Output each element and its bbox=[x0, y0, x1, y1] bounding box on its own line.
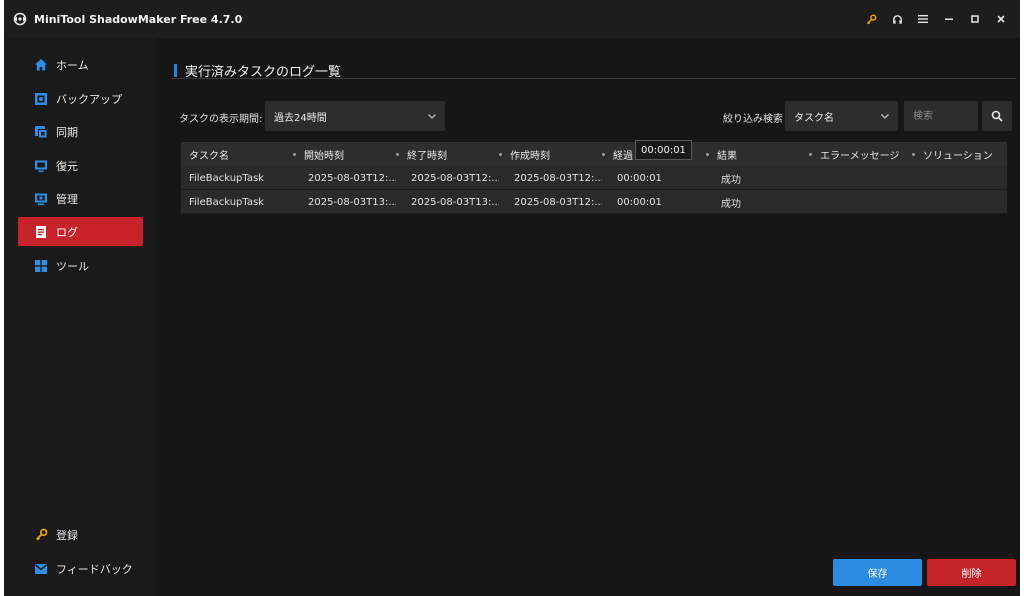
sidebar-item-register[interactable]: 登録 bbox=[18, 520, 143, 549]
chevron-down-icon bbox=[428, 114, 436, 119]
app-logo-icon bbox=[13, 12, 27, 26]
cell-result: 成功 bbox=[721, 174, 741, 186]
restore-icon bbox=[34, 159, 48, 173]
sidebar-item-restore[interactable]: 復元 bbox=[18, 151, 143, 180]
backup-icon bbox=[34, 92, 48, 106]
log-icon bbox=[34, 225, 48, 239]
cell-task-name: FileBackupTask bbox=[189, 172, 264, 184]
cell-start-time: 2025-08-03T13:... bbox=[308, 196, 396, 208]
page-header: 実行済みタスクのログ一覧 bbox=[174, 62, 342, 80]
table-header: タスク名 開始時刻 終了時刻 作成時刻 経過 結果 エラーメッセージ ソリューシ… bbox=[181, 142, 1007, 166]
sidebar-item-home[interactable]: ホーム bbox=[18, 50, 143, 79]
cell-start-time: 2025-08-03T12:... bbox=[308, 172, 396, 184]
cell-solution bbox=[927, 166, 1005, 190]
app-window: MiniTool ShadowMaker Free 4.7.0 ホーム バックア… bbox=[4, 0, 1020, 596]
sidebar-item-label: ログ bbox=[56, 225, 78, 239]
home-icon bbox=[34, 58, 48, 72]
cell-created-time: 2025-08-03T12:... bbox=[514, 196, 602, 208]
sidebar-item-log[interactable]: ログ bbox=[18, 217, 143, 246]
minimize-button[interactable] bbox=[936, 0, 962, 38]
cell-elapsed: 00:00:01 bbox=[617, 172, 662, 184]
cell-error-message bbox=[824, 166, 912, 190]
cell-solution bbox=[927, 190, 1005, 214]
sidebar-item-label: 同期 bbox=[56, 125, 78, 139]
manage-icon bbox=[34, 192, 48, 206]
period-select-value: 過去24時間 bbox=[274, 112, 327, 124]
menu-button[interactable] bbox=[910, 0, 936, 38]
close-button[interactable] bbox=[988, 0, 1014, 38]
sidebar-item-sync[interactable]: 同期 bbox=[18, 117, 143, 146]
sidebar-item-label: バックアップ bbox=[56, 92, 122, 106]
cell-task-name: FileBackupTask bbox=[189, 196, 264, 208]
key-icon bbox=[34, 528, 48, 542]
sync-icon bbox=[34, 125, 48, 139]
sidebar-item-label: ツール bbox=[56, 259, 89, 273]
elapsed-tooltip: 00:00:01 bbox=[635, 140, 692, 160]
tools-icon bbox=[34, 259, 48, 273]
sidebar: ホーム バックアップ 同期 復元 管理 ログ ツール 登録 フィードバック bbox=[4, 38, 156, 596]
search-field-value: タスク名 bbox=[794, 112, 834, 124]
column-header-solution[interactable]: ソリューション bbox=[912, 142, 993, 166]
mail-icon bbox=[34, 562, 48, 576]
sidebar-item-feedback[interactable]: フィードバック bbox=[18, 554, 143, 583]
column-header-task-name[interactable]: タスク名 bbox=[189, 142, 229, 166]
delete-button[interactable]: 削除 bbox=[927, 559, 1016, 586]
column-header-start-time[interactable]: 開始時刻 bbox=[293, 142, 344, 166]
headset-icon bbox=[892, 14, 902, 24]
cell-result: 成功 bbox=[721, 198, 741, 210]
sidebar-item-tools[interactable]: ツール bbox=[18, 251, 143, 280]
sidebar-item-label: ホーム bbox=[56, 58, 89, 72]
maximize-button[interactable] bbox=[962, 0, 988, 38]
close-icon bbox=[997, 15, 1005, 23]
column-header-result[interactable]: 結果 bbox=[706, 142, 737, 166]
sidebar-item-label: 復元 bbox=[56, 159, 78, 173]
support-button[interactable] bbox=[884, 0, 910, 38]
period-label: タスクの表示期間: bbox=[179, 114, 263, 125]
page-title: 実行済みタスクのログ一覧 bbox=[185, 64, 342, 80]
title-bar: MiniTool ShadowMaker Free 4.7.0 bbox=[4, 0, 1020, 38]
sidebar-item-label: 登録 bbox=[56, 528, 78, 542]
narrow-search-label: 絞り込み検索 bbox=[723, 114, 783, 125]
search-icon bbox=[991, 110, 1003, 122]
search-field-select[interactable]: タスク名 bbox=[785, 101, 898, 131]
window-title: MiniTool ShadowMaker Free 4.7.0 bbox=[34, 12, 243, 26]
table-row[interactable]: FileBackupTask 2025-08-03T13:... 2025-08… bbox=[181, 190, 1007, 214]
log-table: タスク名 開始時刻 終了時刻 作成時刻 経過 結果 エラーメッセージ ソリューシ… bbox=[181, 142, 1007, 214]
column-header-error-message[interactable]: エラーメッセージ bbox=[809, 142, 899, 166]
cell-elapsed: 00:00:01 bbox=[617, 196, 662, 208]
cell-created-time: 2025-08-03T12:... bbox=[514, 172, 602, 184]
register-key-button[interactable] bbox=[858, 0, 884, 38]
title-accent-bar bbox=[174, 63, 177, 77]
chevron-down-icon bbox=[881, 114, 889, 119]
sidebar-item-label: フィードバック bbox=[56, 562, 133, 576]
title-divider bbox=[172, 78, 1016, 79]
period-select[interactable]: 過去24時間 bbox=[265, 101, 445, 131]
minimize-icon bbox=[945, 18, 953, 20]
menu-icon bbox=[918, 15, 928, 23]
column-header-created-time[interactable]: 作成時刻 bbox=[499, 142, 550, 166]
sidebar-item-backup[interactable]: バックアップ bbox=[18, 84, 143, 113]
maximize-icon bbox=[971, 15, 979, 23]
key-icon bbox=[866, 14, 876, 24]
save-button[interactable]: 保存 bbox=[833, 559, 922, 586]
column-header-end-time[interactable]: 終了時刻 bbox=[396, 142, 447, 166]
cell-end-time: 2025-08-03T13:... bbox=[411, 196, 499, 208]
search-button[interactable] bbox=[982, 101, 1012, 131]
table-row[interactable]: FileBackupTask 2025-08-03T12:... 2025-08… bbox=[181, 166, 1007, 190]
sidebar-item-label: 管理 bbox=[56, 192, 78, 206]
search-input[interactable] bbox=[904, 101, 978, 131]
column-header-elapsed[interactable]: 経過 bbox=[602, 142, 633, 166]
sidebar-item-manage[interactable]: 管理 bbox=[18, 184, 143, 213]
cell-error-message bbox=[824, 190, 912, 214]
main-panel: 実行済みタスクのログ一覧 タスクの表示期間: 過去24時間 絞り込み検索 タスク… bbox=[156, 38, 1020, 596]
window-controls bbox=[858, 0, 1014, 38]
cell-end-time: 2025-08-03T12:... bbox=[411, 172, 499, 184]
